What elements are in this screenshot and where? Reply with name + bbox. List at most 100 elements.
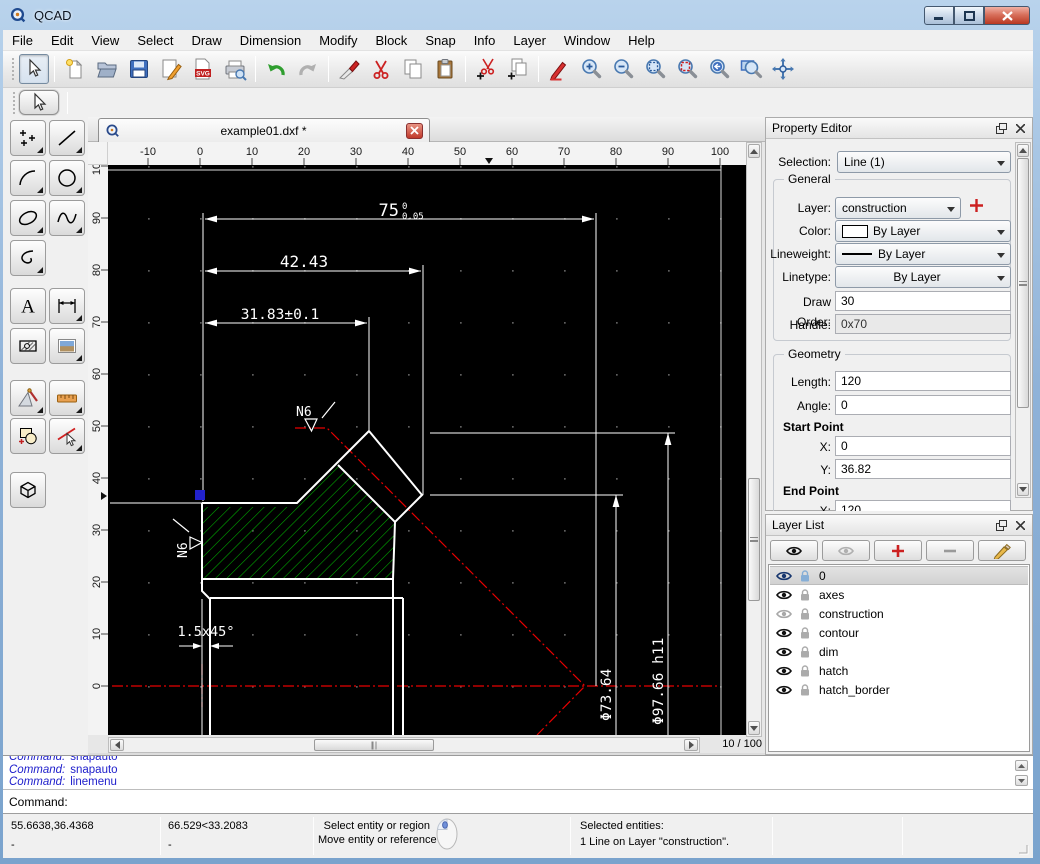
layer-visibility-eye-icon[interactable]	[775, 626, 793, 640]
redo-button[interactable]	[293, 54, 323, 84]
draw-order-field[interactable]: 30	[835, 291, 1011, 311]
layer-row-dim[interactable]: dim	[770, 642, 1028, 661]
save-file-button[interactable]	[124, 54, 154, 84]
scroll-up-icon[interactable]	[1017, 144, 1029, 157]
start-x-field[interactable]: 0	[835, 436, 1011, 456]
scroll-down-icon[interactable]	[1017, 483, 1029, 496]
menu-modify[interactable]: Modify	[310, 30, 366, 50]
misc-tools-tool-button[interactable]	[10, 380, 46, 416]
add-layer-button[interactable]	[874, 540, 922, 561]
history-scroll-down-icon[interactable]	[1015, 775, 1028, 786]
modify-tool-button[interactable]	[49, 418, 85, 454]
circle-tool-button[interactable]	[49, 160, 85, 196]
document-tab[interactable]: example01.dxf *	[98, 118, 430, 142]
image-tool-button[interactable]	[49, 328, 85, 364]
scroll-down-icon[interactable]	[748, 721, 760, 735]
zoom-window-button[interactable]	[736, 54, 766, 84]
selection-pointer-button[interactable]	[19, 90, 59, 115]
angle-field[interactable]: 0	[835, 395, 1011, 415]
layer-visibility-eye-icon[interactable]	[775, 645, 793, 659]
ellipse-tool-button[interactable]	[10, 200, 46, 236]
layer-lock-icon[interactable]	[799, 569, 811, 583]
vertical-scrollbar[interactable]	[746, 142, 762, 737]
paste-button[interactable]	[430, 54, 460, 84]
float-panel-icon[interactable]	[995, 519, 1008, 532]
copy-button[interactable]	[398, 54, 428, 84]
layer-list-header[interactable]: Layer List	[766, 515, 1032, 536]
layer-combo[interactable]: construction	[835, 197, 961, 219]
menu-draw[interactable]: Draw	[182, 30, 230, 50]
zoom-out-button[interactable]	[608, 54, 638, 84]
layer-lock-icon[interactable]	[799, 626, 811, 640]
command-input[interactable]	[72, 794, 1033, 810]
menu-snap[interactable]: Snap	[416, 30, 464, 50]
menu-layer[interactable]: Layer	[504, 30, 555, 50]
open-file-button[interactable]	[92, 54, 122, 84]
scroll-up-icon[interactable]	[748, 144, 760, 158]
zoom-in-button[interactable]	[576, 54, 606, 84]
point-tool-button[interactable]	[10, 120, 46, 156]
menu-edit[interactable]: Edit	[42, 30, 82, 50]
menu-file[interactable]: File	[3, 30, 42, 50]
zoom-selection-button[interactable]	[672, 54, 702, 84]
layer-row-0[interactable]: 0	[770, 566, 1028, 585]
layer-lock-icon[interactable]	[799, 683, 811, 697]
hide-all-layers-button[interactable]	[822, 540, 870, 561]
undo-button[interactable]	[261, 54, 291, 84]
layer-row-axes[interactable]: axes	[770, 585, 1028, 604]
copy-with-reference-button[interactable]	[503, 54, 533, 84]
new-file-button[interactable]	[60, 54, 90, 84]
box3d-tool-button[interactable]	[10, 472, 46, 508]
hatch-tool-button[interactable]	[10, 328, 46, 364]
edit-drawing-button[interactable]	[156, 54, 186, 84]
line-tool-button[interactable]	[49, 120, 85, 156]
text-tool-button[interactable]: A	[10, 288, 46, 324]
minimize-button[interactable]	[924, 6, 954, 25]
selection-combo[interactable]: Line (1)	[837, 151, 1011, 173]
cut-knife-button[interactable]	[334, 54, 364, 84]
draw-pencil-button[interactable]	[544, 54, 574, 84]
tab-close-icon[interactable]	[406, 123, 423, 139]
layer-row-hatch[interactable]: hatch	[770, 661, 1028, 680]
measure-tool-button[interactable]	[49, 380, 85, 416]
previous-view-button[interactable]	[704, 54, 734, 84]
menu-dimension[interactable]: Dimension	[231, 30, 310, 50]
menu-block[interactable]: Block	[367, 30, 417, 50]
linetype-combo[interactable]: By Layer	[835, 266, 1011, 288]
layer-visibility-eye-icon[interactable]	[775, 664, 793, 678]
layer-visibility-eye-icon[interactable]	[775, 683, 793, 697]
layer-lock-icon[interactable]	[799, 645, 811, 659]
cut-with-reference-button[interactable]	[471, 54, 501, 84]
menu-info[interactable]: Info	[465, 30, 505, 50]
close-panel-icon[interactable]	[1014, 519, 1027, 532]
auto-zoom-button[interactable]	[640, 54, 670, 84]
layer-lock-icon[interactable]	[799, 607, 811, 621]
layer-row-construction[interactable]: construction	[770, 604, 1028, 623]
drawing-canvas[interactable]: 75 0 0.05 42.43 31.83±0.1 1.5x45° Φ73.64…	[108, 165, 746, 735]
close-button[interactable]	[984, 6, 1030, 25]
lineweight-combo[interactable]: By Layer	[835, 243, 1011, 265]
horizontal-scroll-thumb[interactable]	[314, 739, 434, 751]
scroll-left-icon[interactable]	[110, 739, 124, 751]
arc-tool-button[interactable]	[10, 160, 46, 196]
svg-export-button[interactable]: SVG	[188, 54, 218, 84]
dimension-tool-button[interactable]	[49, 288, 85, 324]
property-editor-scrollbar[interactable]	[1015, 142, 1031, 498]
layer-row-contour[interactable]: contour	[770, 623, 1028, 642]
end-x-field[interactable]: 120	[835, 500, 1011, 511]
selection-handle[interactable]	[195, 490, 205, 500]
show-all-layers-button[interactable]	[770, 540, 818, 561]
menu-window[interactable]: Window	[555, 30, 619, 50]
menu-view[interactable]: View	[82, 30, 128, 50]
menu-select[interactable]: Select	[128, 30, 182, 50]
horizontal-scrollbar[interactable]	[108, 737, 700, 753]
block-tool-button[interactable]	[10, 418, 46, 454]
add-layer-icon[interactable]	[969, 198, 984, 213]
pan-button[interactable]	[768, 54, 798, 84]
layer-visibility-eye-icon[interactable]	[775, 588, 793, 602]
property-editor-header[interactable]: Property Editor	[766, 118, 1032, 139]
scroll-right-icon[interactable]	[684, 739, 698, 751]
resize-grip[interactable]	[1017, 843, 1029, 855]
history-scroll-up-icon[interactable]	[1015, 760, 1028, 771]
remove-layer-button[interactable]	[926, 540, 974, 561]
